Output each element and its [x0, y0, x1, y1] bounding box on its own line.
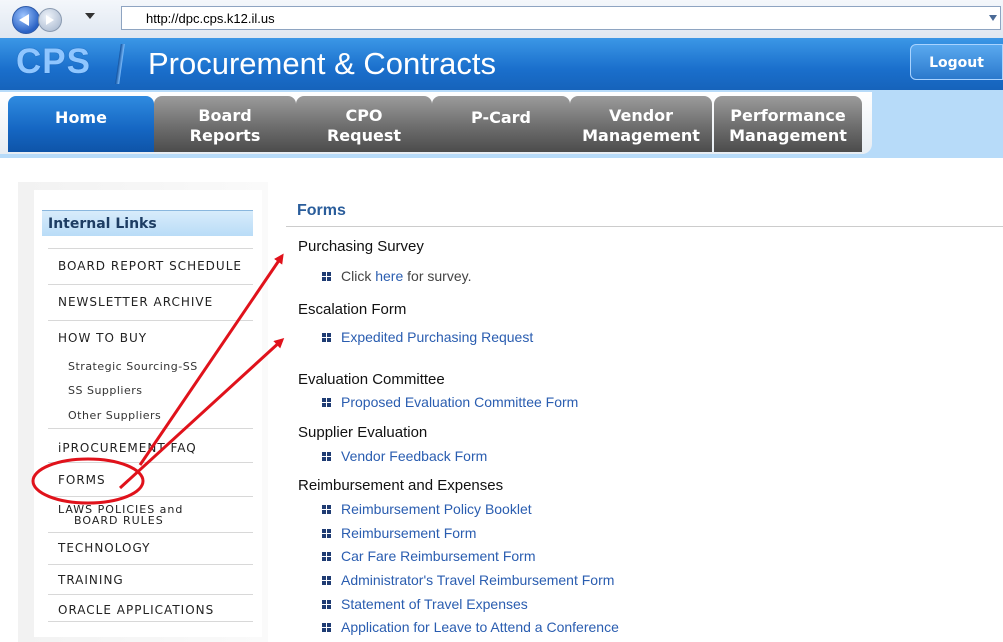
- logout-button[interactable]: Logout: [910, 44, 1003, 80]
- survey-here-link[interactable]: here: [375, 268, 403, 284]
- sidebar-item-iprocurement-faq[interactable]: iPROCUREMENT FAQ: [48, 428, 253, 458]
- list-item[interactable]: Vendor Feedback Form: [322, 448, 487, 464]
- bullet-icon: [322, 271, 331, 281]
- link-expedited-purchasing-request[interactable]: Expedited Purchasing Request: [341, 329, 533, 345]
- link-proposed-evaluation-committee-form[interactable]: Proposed Evaluation Committee Form: [341, 394, 578, 410]
- back-arrow-icon[interactable]: [12, 6, 40, 34]
- list-item: Click here for survey.: [322, 268, 471, 284]
- link-reimbursement-policy-booklet[interactable]: Reimbursement Policy Booklet: [341, 501, 532, 517]
- list-item[interactable]: Reimbursement Form: [322, 525, 476, 541]
- bullet-icon: [322, 528, 331, 538]
- bullet-icon: [322, 332, 331, 342]
- link-statement-of-travel-expenses[interactable]: Statement of Travel Expenses: [341, 596, 528, 612]
- tab-p-card[interactable]: P-Card: [432, 96, 570, 152]
- browser-toolbar: http://dpc.cps.k12.il.us: [0, 0, 1003, 39]
- tab-label: Home: [55, 108, 107, 127]
- history-dropdown-icon[interactable]: [85, 13, 95, 19]
- forward-arrow-icon[interactable]: [38, 8, 62, 32]
- list-item[interactable]: Proposed Evaluation Committee Form: [322, 394, 578, 410]
- bullet-icon: [322, 575, 331, 585]
- tab-label: Management: [582, 126, 700, 145]
- bullet-icon: [322, 504, 331, 514]
- sidebar-item-board-report-schedule[interactable]: BOARD REPORT SCHEDULE: [48, 248, 253, 278]
- sidebar-subitem-strategic-sourcing[interactable]: Strategic Sourcing-SS: [68, 360, 198, 373]
- tab-label: Reports: [189, 126, 261, 145]
- sidebar-item-forms[interactable]: FORMS: [48, 462, 253, 492]
- page-title: Forms: [297, 202, 346, 219]
- section-title-supplier-evaluation: Supplier Evaluation: [298, 424, 428, 441]
- survey-suffix: for survey.: [407, 268, 472, 284]
- section-title-evaluation-committee: Evaluation Committee: [298, 371, 445, 388]
- section-title-escalation-form: Escalation Form: [298, 301, 407, 318]
- sidebar-item-how-to-buy[interactable]: HOW TO BUY: [48, 320, 253, 346]
- bullet-icon: [322, 551, 331, 561]
- tab-label: Management: [729, 126, 847, 145]
- list-item[interactable]: Expedited Purchasing Request: [322, 329, 533, 345]
- survey-prefix: Click: [341, 268, 372, 284]
- sidebar-subitem-other-suppliers[interactable]: Other Suppliers: [68, 409, 161, 422]
- main-nav: Home Board Reports CPO Request P-Card Ve…: [0, 90, 1003, 158]
- link-reimbursement-form[interactable]: Reimbursement Form: [341, 525, 476, 541]
- header-divider: [115, 44, 125, 84]
- sidebar: Internal Links BOARD REPORT SCHEDULE NEW…: [34, 190, 262, 637]
- bullet-icon: [322, 599, 331, 609]
- link-administrators-travel-reimbursement-form[interactable]: Administrator's Travel Reimbursement For…: [341, 572, 614, 588]
- sidebar-item-technology[interactable]: TECHNOLOGY: [48, 532, 253, 558]
- sidebar-heading: Internal Links: [42, 210, 253, 236]
- link-application-for-leave[interactable]: Application for Leave to Attend a Confer…: [341, 619, 619, 635]
- tab-home[interactable]: Home: [8, 96, 154, 152]
- tab-label: Vendor: [608, 106, 674, 125]
- list-item[interactable]: Application for Leave to Attend a Confer…: [322, 619, 619, 635]
- tab-vendor-management[interactable]: Vendor Management: [570, 96, 712, 152]
- section-title-purchasing-survey: Purchasing Survey: [298, 238, 424, 255]
- site-title: Procurement & Contracts: [148, 46, 497, 81]
- list-item[interactable]: Statement of Travel Expenses: [322, 596, 528, 612]
- cps-logo[interactable]: CPS: [16, 42, 91, 82]
- tab-label: Board: [198, 106, 252, 125]
- title-divider: [286, 226, 1003, 227]
- bullet-icon: [322, 622, 331, 632]
- tab-performance-management[interactable]: Performance Management: [714, 96, 862, 152]
- site-header: CPS Procurement & Contracts Logout: [0, 38, 1003, 90]
- tab-label: P-Card: [471, 108, 531, 127]
- list-item[interactable]: Car Fare Reimbursement Form: [322, 548, 536, 564]
- address-bar[interactable]: http://dpc.cps.k12.il.us: [121, 6, 1001, 30]
- chevron-down-icon[interactable]: [989, 15, 997, 21]
- bullet-icon: [322, 451, 331, 461]
- list-item[interactable]: Administrator's Travel Reimbursement For…: [322, 572, 614, 588]
- link-car-fare-reimbursement-form[interactable]: Car Fare Reimbursement Form: [341, 548, 536, 564]
- link-vendor-feedback-form[interactable]: Vendor Feedback Form: [341, 448, 487, 464]
- sidebar-item-laws-policies[interactable]: LAWS POLICIES and: [48, 496, 253, 516]
- address-url[interactable]: http://dpc.cps.k12.il.us: [146, 11, 275, 26]
- sidebar-item-oracle-applications[interactable]: ORACLE APPLICATIONS: [48, 594, 253, 622]
- tab-board-reports[interactable]: Board Reports: [154, 96, 296, 152]
- tab-label: CPO: [345, 106, 383, 125]
- sidebar-item-training[interactable]: TRAINING: [48, 564, 253, 592]
- tab-strip: Home Board Reports CPO Request P-Card Ve…: [0, 92, 872, 154]
- sidebar-subitem-ss-suppliers[interactable]: SS Suppliers: [68, 384, 143, 397]
- sidebar-item-newsletter-archive[interactable]: NEWSLETTER ARCHIVE: [48, 284, 253, 314]
- tab-label: Request: [326, 126, 402, 145]
- tab-label: Performance: [730, 106, 846, 125]
- sidebar-item-board-rules[interactable]: BOARD RULES: [64, 514, 244, 527]
- list-item[interactable]: Reimbursement Policy Booklet: [322, 501, 532, 517]
- bullet-icon: [322, 397, 331, 407]
- section-title-reimbursement: Reimbursement and Expenses: [298, 477, 504, 494]
- tab-cpo-request[interactable]: CPO Request: [296, 96, 432, 152]
